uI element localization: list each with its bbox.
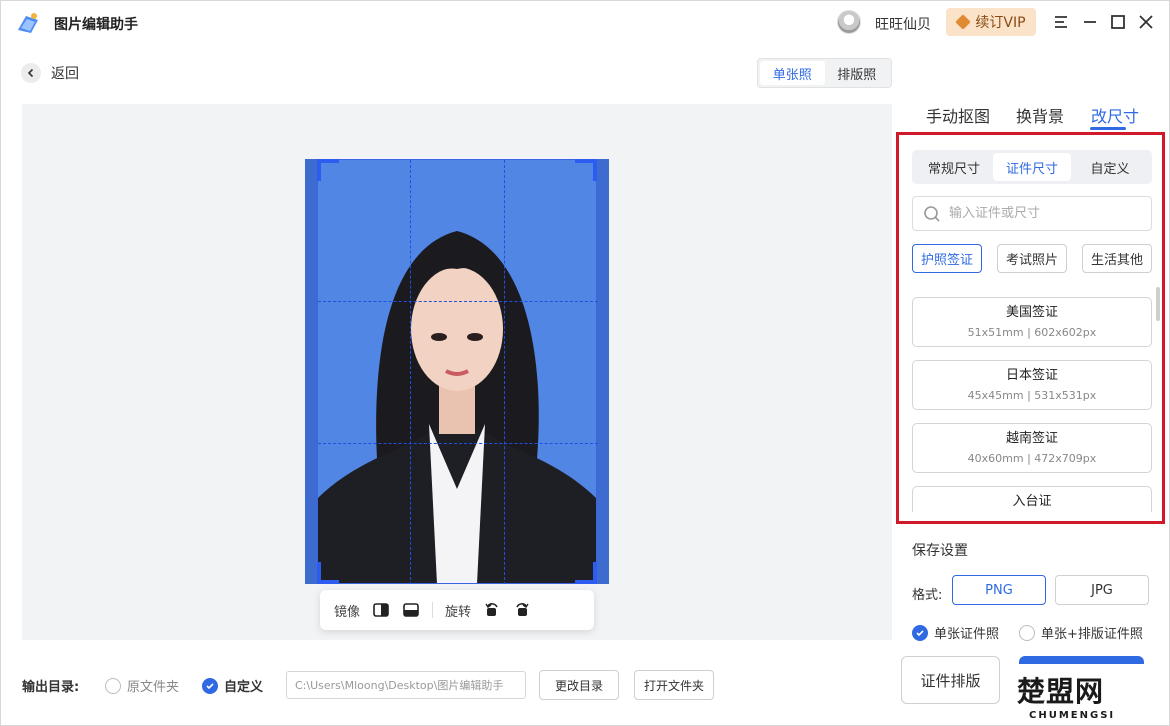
option-label: 原文件夹 <box>127 680 180 695</box>
watermark-text: 楚盟网 <box>1017 675 1105 708</box>
active-tab-indicator <box>1090 127 1126 130</box>
format-jpg-button[interactable]: JPG <box>1055 575 1149 605</box>
output-dir-label: 输出目录: <box>22 680 80 695</box>
vip-label: 续订VIP <box>975 15 1026 31</box>
open-folder-button[interactable]: 打开文件夹 <box>634 670 714 700</box>
maximize-icon[interactable] <box>1108 12 1128 32</box>
checked-icon <box>202 677 218 694</box>
image-toolbar: 镜像 旋转 <box>320 590 594 630</box>
close-icon[interactable] <box>1136 12 1156 32</box>
minimize-icon[interactable] <box>1080 12 1100 32</box>
option-label: 自定义 <box>224 680 264 695</box>
title-bar: 图片编辑助手 旺旺仙贝 续订VIP <box>1 1 1169 45</box>
size-option-japan-visa[interactable]: 日本签证 45x45mm | 531x531px <box>912 360 1152 410</box>
user-avatar[interactable] <box>837 10 861 34</box>
size-type-tabs: 常规尺寸 证件尺寸 自定义 <box>912 150 1152 184</box>
id-photo[interactable] <box>305 159 609 584</box>
format-png-button[interactable]: PNG <box>952 575 1046 605</box>
option-single-id-photo[interactable]: 单张证件照 <box>912 623 999 642</box>
crop-frame[interactable] <box>317 159 598 584</box>
site-watermark: 楚盟网 CHUMENGSI <box>1011 664 1167 724</box>
radio-unchecked-icon <box>105 677 121 694</box>
crop-handle-top-left[interactable] <box>317 159 339 181</box>
app-logo-icon <box>18 13 38 33</box>
size-option-name: 美国签证 <box>1005 304 1058 320</box>
back-arrow-icon <box>21 63 41 83</box>
mode-switch: 单张照 排版照 <box>757 58 892 88</box>
back-button[interactable]: 返回 <box>21 63 79 83</box>
crop-handle-bottom-right[interactable] <box>575 562 597 584</box>
tab-manual-cutout[interactable]: 手动抠图 <box>926 103 990 127</box>
output-option-custom[interactable]: 自定义 <box>202 676 263 695</box>
subtab-regular-size[interactable]: 常规尺寸 <box>915 153 993 181</box>
size-list: 美国签证 51x51mm | 602x602px 日本签证 45x45mm | … <box>912 297 1152 512</box>
mirror-horizontal-icon[interactable] <box>372 601 390 619</box>
crop-handle-bottom-left[interactable] <box>317 562 339 584</box>
size-option-us-visa[interactable]: 美国签证 51x51mm | 602x602px <box>912 297 1152 347</box>
checked-icon <box>912 624 928 641</box>
rotate-label: 旋转 <box>445 604 472 620</box>
size-option-name: 入台证 <box>1012 494 1052 509</box>
category-passport-visa[interactable]: 护照签证 <box>912 244 982 273</box>
change-directory-button[interactable]: 更改目录 <box>539 670 619 700</box>
subtab-custom[interactable]: 自定义 <box>1071 153 1149 181</box>
renew-vip-button[interactable]: 续订VIP <box>946 8 1036 36</box>
radio-unchecked-icon <box>1019 624 1035 641</box>
format-label: 格式: <box>912 588 943 603</box>
size-option-spec: 51x51mm | 602x602px <box>967 325 1097 339</box>
option-label: 单张+排版证件照 <box>1041 627 1143 642</box>
size-option-taiwan-permit[interactable]: 入台证 <box>912 486 1152 512</box>
size-option-vietnam-visa[interactable]: 越南签证 40x60mm | 472x709px <box>912 423 1152 473</box>
option-single-plus-layout[interactable]: 单张+排版证件照 <box>1019 623 1143 642</box>
watermark-subtext: CHUMENGSI <box>1029 710 1116 721</box>
size-list-scrollbar[interactable] <box>1156 287 1160 321</box>
save-settings-title: 保存设置 <box>912 543 968 559</box>
tab-single-photo[interactable]: 单张照 <box>760 61 825 85</box>
tab-change-background[interactable]: 换背景 <box>1016 103 1064 127</box>
subtab-id-size[interactable]: 证件尺寸 <box>993 153 1071 181</box>
size-option-spec: 40x60mm | 472x709px <box>967 451 1097 465</box>
rotate-left-icon[interactable] <box>483 601 501 619</box>
category-life-other[interactable]: 生活其他 <box>1082 244 1152 273</box>
size-option-name: 越南签证 <box>1005 430 1058 446</box>
size-search-box <box>912 196 1152 231</box>
menu-icon[interactable] <box>1051 12 1071 32</box>
size-search-input[interactable] <box>949 206 1139 221</box>
category-exam-photo[interactable]: 考试照片 <box>997 244 1067 273</box>
option-label: 单张证件照 <box>934 627 1000 642</box>
user-name[interactable]: 旺旺仙贝 <box>875 14 931 34</box>
crop-handle-top-right[interactable] <box>575 159 597 181</box>
output-path-field[interactable]: C:\Users\Mloong\Desktop\图片编辑助手 <box>286 671 526 699</box>
rotate-right-icon[interactable] <box>513 601 531 619</box>
vip-diamond-icon <box>955 14 972 30</box>
tab-layout-photo[interactable]: 排版照 <box>825 61 890 85</box>
output-option-source-folder[interactable]: 原文件夹 <box>105 676 179 695</box>
size-option-spec: 45x45mm | 531x531px <box>967 388 1097 402</box>
mirror-label: 镜像 <box>334 604 361 620</box>
size-option-name: 日本签证 <box>1005 367 1058 383</box>
search-icon <box>924 205 940 222</box>
app-title: 图片编辑助手 <box>54 17 138 33</box>
back-label: 返回 <box>51 66 79 82</box>
tab-change-size[interactable]: 改尺寸 <box>1091 103 1139 127</box>
toolbar-divider <box>432 602 434 618</box>
app-window: 图片编辑助手 旺旺仙贝 续订VIP 返回 单张照 排版照 镜像 旋转 手动抠图 … <box>0 0 1170 726</box>
id-layout-button[interactable]: 证件排版 <box>901 656 1000 704</box>
mirror-vertical-icon[interactable] <box>402 601 420 619</box>
